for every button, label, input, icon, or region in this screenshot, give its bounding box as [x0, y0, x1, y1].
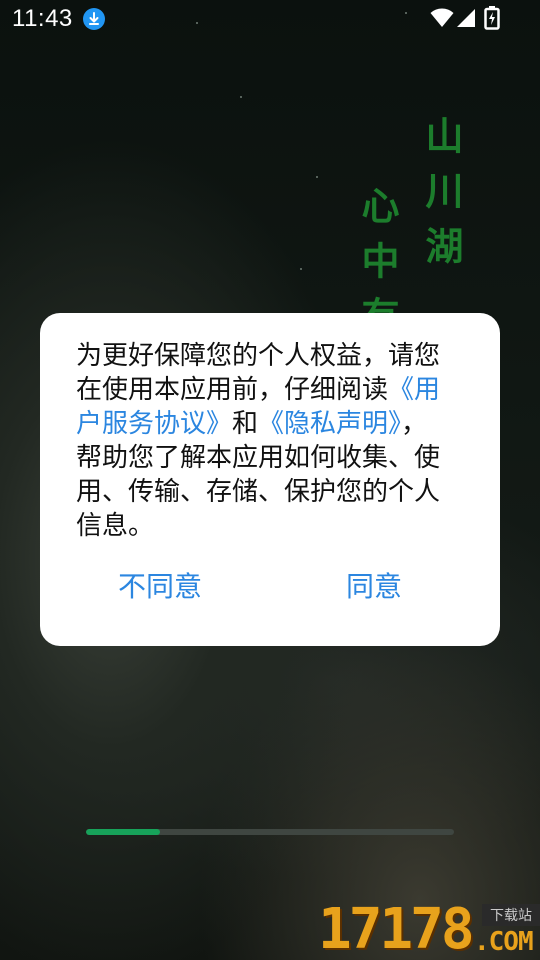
signal-icon — [456, 8, 476, 32]
agree-button[interactable]: 同意 — [346, 565, 402, 605]
loading-progress-bar — [86, 829, 454, 835]
privacy-dialog: 为更好保障您的个人权益，请您在使用本应用前，仔细阅读《用户服务协议》和《隐私声明… — [40, 313, 500, 646]
star — [300, 268, 302, 270]
privacy-message: 为更好保障您的个人权益，请您在使用本应用前，仔细阅读《用户服务协议》和《隐私声明… — [76, 339, 448, 543]
watermark-domain: .COM — [474, 927, 534, 957]
privacy-text-intro: 为更好保障您的个人权益，请您在使用本应用前，仔细阅读 — [76, 341, 441, 405]
privacy-statement-link[interactable]: 《隐私声明》 — [258, 409, 401, 439]
wifi-icon — [430, 8, 454, 32]
loading-progress-fill — [86, 829, 160, 835]
star — [240, 96, 242, 98]
disagree-button[interactable]: 不同意 — [118, 565, 202, 605]
watermark-number: 17178 — [318, 897, 475, 960]
star — [316, 176, 318, 178]
status-time: 11:43 — [12, 5, 73, 32]
download-icon — [83, 8, 105, 30]
battery-charging-icon — [484, 6, 500, 34]
status-bar: 11:43 — [0, 0, 540, 38]
splash-screen: 11:43 山川湖 心中有 为更好保障您的个人权益，请您在使用本应用前，仔细阅读… — [0, 0, 540, 960]
watermark-logo: 17178 下载站 .COM — [318, 900, 540, 960]
poem-column-1: 山川湖 — [419, 116, 463, 281]
watermark-site-label: 下载站 — [482, 904, 540, 926]
privacy-text-and: 和 — [232, 409, 259, 439]
